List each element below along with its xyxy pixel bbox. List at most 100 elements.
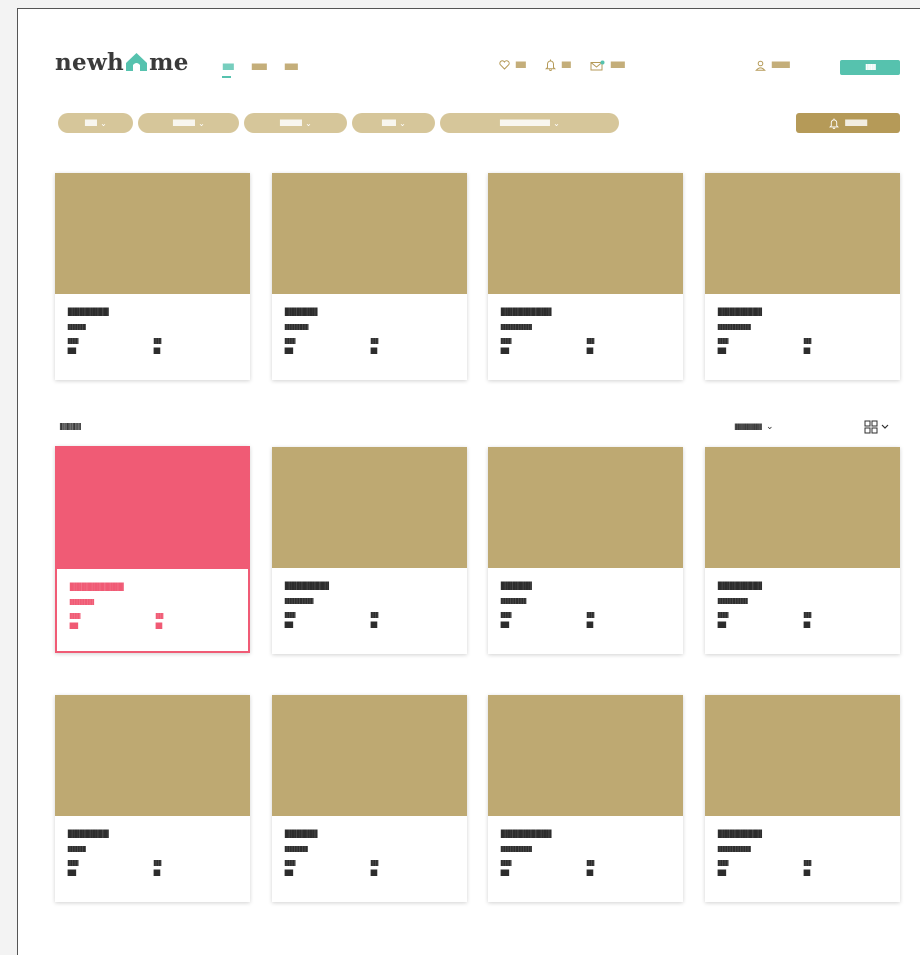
listing-meta: IIIIIIIIIIIIIIIII IIIIIIIII IIIIIIIIIIII I…: [500, 611, 675, 630]
logo-text-left: newh: [55, 49, 125, 76]
main-nav: IIIIIIIIIII IIIIIIIIIIIIIII IIIIIIIIIIII…: [222, 61, 299, 78]
filter-pill-1[interactable]: IIIIIIIIIIII ⌄: [58, 113, 133, 133]
listing-meta-col: IIIIIIIIIIII IIIIIII: [153, 337, 162, 356]
bell-icon: [545, 59, 557, 71]
house-logo-icon: [125, 50, 148, 71]
filter-label: IIIIIIIIIIIIIIIIIIIIII: [279, 118, 303, 128]
listing-address: IIIIIIIIIIIIIIIIIIIIIIIIIIIII: [67, 323, 87, 332]
listing-card[interactable]: IIIIIIIIIIIIIIIIIII IIIIIIIIIIIIIIIIIIII…: [488, 447, 683, 654]
listing-meta: IIIIIIIIIIIIIIIII IIIIIIIII IIIIIIIIIIII I…: [500, 337, 675, 356]
nav-item-advise[interactable]: IIIIIIIIIIIII: [284, 61, 299, 73]
listing-info: IIIIIIIIIIIIIIIIIIIIIIIIIII IIIIIIIIIIII…: [717, 580, 892, 630]
listing-card-highlighted[interactable]: IIIIIIIIIIIIIIIIIIIIIIIIIIIIIIIII IIIIII…: [55, 446, 250, 653]
create-alert-button[interactable]: IIIIIIIIIIIIIIIIIIIIII: [796, 113, 900, 133]
chevron-down-icon: ⌄: [198, 118, 205, 128]
meta-label: IIIIIIIIIIII: [803, 859, 812, 868]
meta-label: IIIIIIIIIIIIIIIII: [717, 337, 729, 346]
listing-address: IIIIIIIIIIIIIIIIIIIIIIIIIIIIIIIIIIIIIIII…: [284, 597, 314, 606]
listing-meta-col: IIIIIIIIIIII IIIIIII: [803, 859, 812, 878]
listing-card[interactable]: IIIIIIIIIIIIIIIIIIIIIIIIIII IIIIIIIIIIII…: [705, 695, 900, 902]
listing-meta-col: IIIIIIIIIIIIIIIII IIIIIIIII: [717, 337, 803, 356]
filter-pill-4[interactable]: IIIIIIIIIIIIII ⌄: [352, 113, 435, 133]
listing-meta: IIIIIIIIIIIIIIIII IIIIIIIII IIIIIIIIIIII I…: [717, 337, 892, 356]
grid-view-icon: [864, 420, 878, 434]
meta-value: IIIIIIIII: [67, 346, 77, 356]
listing-image: [705, 695, 900, 816]
listing-meta-col: IIIIIIIIIIIIIIIII IIIIIIIII: [67, 337, 153, 356]
meta-value: IIIIIIIII: [69, 621, 79, 631]
user-icon: [755, 60, 766, 71]
view-toggle[interactable]: [864, 420, 889, 434]
listing-card[interactable]: IIIIIIIIIIIIIIIIIIIIIIIIIII IIIIIIIIIIII…: [705, 447, 900, 654]
listing-meta-col: IIIIIIIIIIIIIIIII IIIIIIIII: [284, 859, 370, 878]
meta-label: IIIIIIIIIIII: [370, 859, 379, 868]
meta-label: IIIIIIIIIIIIIIIII: [69, 612, 81, 621]
listing-title: IIIIIIIIIIIIIIIIIII: [500, 580, 533, 593]
meta-value: IIIIIIIII: [717, 620, 727, 630]
listing-card[interactable]: IIIIIIIIIIIIIIIIIIIIIIIIIIIIIII IIIIIIII…: [488, 695, 683, 902]
meta-value: IIIIIIIII: [67, 868, 77, 878]
favorites-link[interactable]: IIIIIIIIII: [499, 59, 527, 71]
featured-card[interactable]: IIIIIIIIIIIIIIIIIIIIIIIIIII IIIIIIIIIIII…: [705, 173, 900, 380]
account-link[interactable]: IIIIIIIIIIIIIIIIII: [755, 59, 791, 71]
alerts-link[interactable]: IIIIIIIII: [545, 59, 572, 71]
listing-meta-col: IIIIIIIIIIII IIIIIII: [370, 859, 379, 878]
listing-image: [488, 447, 683, 568]
listing-meta: IIIIIIIIIIIIIIIII IIIIIIIII IIIIIIIIIIII I…: [284, 859, 459, 878]
listing-meta: IIIIIIIIIIIIIIIII IIIIIIIII IIIIIIIIIIII I…: [69, 612, 240, 631]
listing-image: [55, 695, 250, 816]
filter-pill-5[interactable]: IIIIIIIIIIIIIIIIIIIIIIIIIIIIIIIIIIIIIIII…: [440, 113, 619, 133]
listing-info: IIIIIIIIIIIIIIIIIIIIIIIIIIIIIII IIIIIIII…: [500, 828, 675, 878]
listing-meta: IIIIIIIIIIIIIIIII IIIIIIIII IIIIIIIIIIII I…: [67, 337, 242, 356]
meta-value: IIIIIII: [153, 868, 161, 878]
meta-label: IIIIIIIIIIIIIIIII: [284, 337, 296, 346]
meta-label: IIIIIIIIIIIIIIIII: [717, 611, 729, 620]
listing-card[interactable]: IIIIIIIIIIIIIIIIIIIIIIIIIII IIIIIIIIIIII…: [272, 447, 467, 654]
listing-image: [705, 173, 900, 294]
meta-label: IIIIIIIIIIIIIIIII: [500, 611, 512, 620]
listing-meta-col: IIIIIIIIIIII IIIIIII: [586, 337, 595, 356]
listing-meta-col: IIIIIIIIIIIIIIIII IIIIIIIII: [500, 859, 586, 878]
filter-pill-2[interactable]: IIIIIIIIIIIIIIIIIIIIII ⌄: [138, 113, 239, 133]
meta-label: IIIIIIIIIIII: [153, 859, 162, 868]
featured-card[interactable]: IIIIIIIIIIIIIIIIIIIIIIIIIIIIIII IIIIIIII…: [488, 173, 683, 380]
listing-address: IIIIIIIIIIIIIIIIIIIIIIIIIIIII: [67, 845, 87, 854]
filter-pill-3[interactable]: IIIIIIIIIIIIIIIIIIIIII ⌄: [244, 113, 347, 133]
nav-item-rent[interactable]: IIIIIIIIIIIIIII: [251, 61, 268, 73]
listing-image: [272, 695, 467, 816]
favorites-label: IIIIIIIIII: [515, 60, 527, 70]
listing-title: IIIIIIIIIIIIIIIIIIIIIIIIIII: [284, 580, 330, 593]
sort-dropdown[interactable]: IIIIIIIIIIIIIIIIIIIIIIIIIIIIII ⌄: [734, 421, 774, 432]
meta-value: IIIIIII: [370, 620, 378, 630]
meta-value: IIIIIII: [153, 346, 161, 356]
listing-meta-col: IIIIIIIIIIIIIIIII IIIIIIIII: [717, 859, 803, 878]
listing-card[interactable]: IIIIIIIIIIIIIIIIIIII IIIIIIIIIIIIIIIIIII…: [272, 695, 467, 902]
meta-label: IIIIIIIIIIII: [370, 337, 379, 346]
listing-meta: IIIIIIIIIIIIIIIII IIIIIIIII IIIIIIIIIIII I…: [284, 337, 459, 356]
listing-title: IIIIIIIIIIIIIIIIIIIIIIIIIIIIIIIII: [69, 581, 125, 594]
meta-label: IIIIIIIIIIIIIIIII: [284, 611, 296, 620]
listing-info: IIIIIIIIIIIIIIIIIIIIIIIIIII IIIIIIIIIIII…: [284, 580, 459, 630]
logo-text-right: me: [149, 49, 189, 76]
listing-meta-col: IIIIIIIIIIII IIIIIII: [153, 859, 162, 878]
listing-info: IIIIIIIIIIIIIIIIIIII IIIIIIIIIIIIIIIIIII…: [284, 828, 459, 878]
register-button[interactable]: IIIIIIIIIIIIII: [840, 60, 900, 75]
featured-card[interactable]: IIIIIIIIIIIIIIIIIIII IIIIIIIIIIIIIIIIIII…: [272, 173, 467, 380]
chevron-down-icon: ⌄: [100, 118, 107, 128]
listing-meta-col: IIIIIIIIIIIIIIIII IIIIIIIII: [500, 611, 586, 630]
meta-label: IIIIIIIIIIIIIIIII: [500, 859, 512, 868]
meta-value: IIIIIIIII: [284, 868, 294, 878]
featured-card[interactable]: IIIIIIIIIIIIIIIIIIIIIIIII IIIIIIIIIIIIII…: [55, 173, 250, 380]
nav-item-buy[interactable]: IIIIIIIIIII: [222, 61, 235, 78]
listing-card[interactable]: IIIIIIIIIIIIIIIIIIIIIIIII IIIIIIIIIIIIII…: [55, 695, 250, 902]
meta-value: IIIIIIIII: [500, 620, 510, 630]
meta-label: IIIIIIIIIIIIIIIII: [67, 337, 79, 346]
listing-address: IIIIIIIIIIIIIIIIIIIIIIIIIIIIIIIIIIIIIIII…: [717, 845, 752, 854]
meta-label: IIIIIIIIIIIIIIIII: [500, 337, 512, 346]
listing-info: IIIIIIIIIIIIIIIIIIIIIIIIIII IIIIIIIIIIII…: [717, 828, 892, 878]
listing-image: [57, 448, 248, 569]
listing-info: IIIIIIIIIIIIIIIIIIIIIIIII IIIIIIIIIIIIII…: [67, 306, 242, 356]
messages-link[interactable]: IIIIIIIIIIIIII: [590, 59, 626, 71]
newhome-logo[interactable]: newh me: [55, 48, 189, 78]
meta-label: IIIIIIIIIIII: [155, 612, 164, 621]
